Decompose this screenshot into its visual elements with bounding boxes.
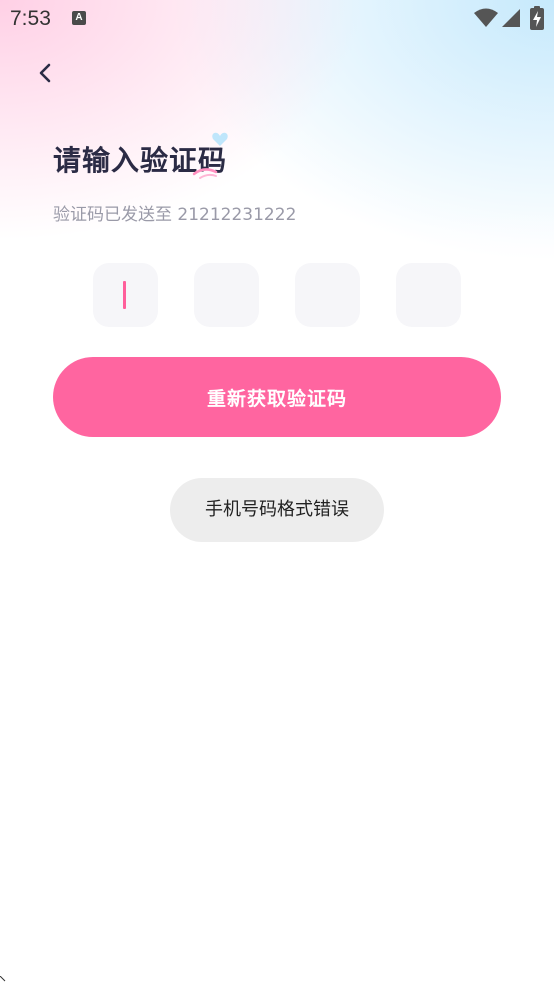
code-input-1[interactable] bbox=[93, 263, 158, 327]
code-input-3[interactable] bbox=[295, 263, 360, 327]
code-input-4[interactable] bbox=[396, 263, 461, 327]
code-input-2[interactable] bbox=[194, 263, 259, 327]
code-sent-subtitle: 验证码已发送至 21212231222 bbox=[53, 205, 297, 225]
status-time: 7:53 bbox=[10, 7, 51, 30]
cell-signal-icon bbox=[502, 9, 520, 27]
chevron-left-icon bbox=[39, 63, 51, 83]
wifi-icon bbox=[474, 8, 498, 27]
back-button[interactable] bbox=[30, 56, 64, 90]
error-toast: 手机号码格式错误 bbox=[170, 478, 384, 542]
text-caret bbox=[123, 281, 126, 309]
corner-mark bbox=[0, 976, 6, 982]
heart-sparkle-icon bbox=[192, 132, 228, 179]
battery-charging-icon bbox=[530, 6, 544, 30]
status-bar: 7:53 A bbox=[0, 0, 554, 40]
notification-app-icon: A bbox=[72, 11, 86, 25]
resend-code-button[interactable]: 重新获取验证码 bbox=[53, 357, 501, 437]
